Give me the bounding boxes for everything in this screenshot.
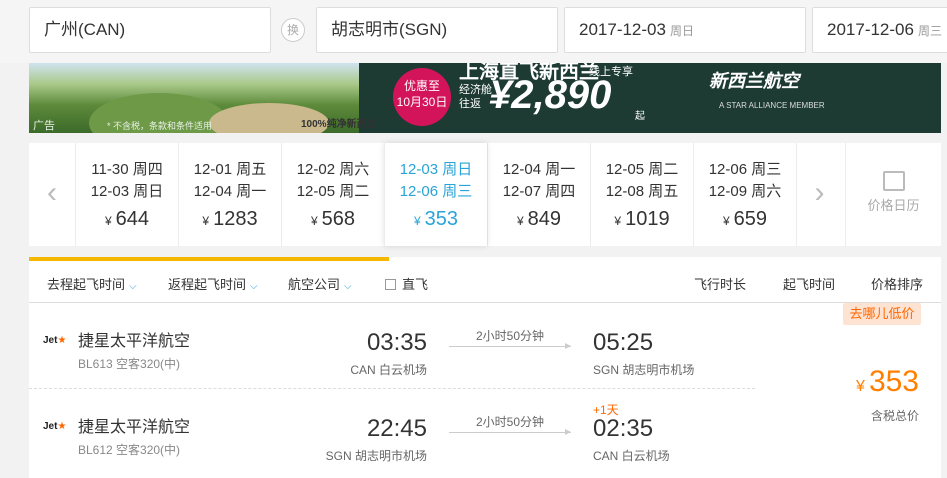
banner-price: ¥2,890: [489, 73, 612, 117]
origin-value: 广州(CAN): [44, 20, 126, 39]
sort-price[interactable]: 价格排序: [871, 274, 923, 293]
flight-duration: 2小时50分钟: [475, 329, 545, 343]
price-panel[interactable]: 去哪儿低价 ¥353 含税总价: [755, 303, 941, 478]
date-option[interactable]: 12-02 周六 12-05 周二 ¥568: [281, 143, 384, 246]
banner-price-suffix: 起: [635, 111, 645, 122]
depart-date-value: 2017-12-03: [579, 20, 666, 39]
direct-checkbox[interactable]: [385, 279, 396, 290]
origin-input[interactable]: 广州(CAN): [29, 7, 271, 53]
airline-logo: Jet★: [43, 421, 67, 432]
airline-name: 捷星太平洋航空: [78, 333, 191, 350]
outbound-flight[interactable]: Jet★ 捷星太平洋航空 BL613 空客320(中) 03:35 CAN 白云…: [29, 303, 755, 389]
return-date-value: 2017-12-06: [827, 20, 914, 39]
airline-name: 捷星太平洋航空: [78, 419, 191, 436]
date-option[interactable]: 12-06 周三 12-09 周六 ¥659: [693, 143, 796, 246]
destination-value: 胡志明市(SGN): [331, 20, 448, 39]
flight-number: BL612 空客320(中): [78, 443, 181, 457]
flight-duration: 2小时50分钟: [475, 415, 545, 429]
ad-disclaimer: * 不含税，条款和条件适用: [107, 121, 213, 131]
promo-badge: 优惠至 10月30日: [393, 68, 451, 126]
arrival-time: 02:35: [593, 415, 654, 442]
departure-time: 03:35: [366, 329, 427, 356]
arrival-airport: CAN 白云机场: [593, 449, 670, 463]
chevron-left-icon[interactable]: ‹: [29, 143, 75, 246]
active-tab-indicator: [29, 257, 389, 261]
chevron-down-icon: ⌵: [129, 281, 137, 292]
departure-airport: SGN 胡志明市机场: [325, 449, 427, 463]
date-price-strip: ‹ 11-30 周四 12-03 周日 ¥644 12-01 周五 12-04 …: [29, 143, 941, 246]
return-flight[interactable]: Jet★ 捷星太平洋航空 BL612 空客320(中) 22:45 SGN 胡志…: [29, 389, 755, 475]
flight-number: BL613 空客320(中): [78, 357, 181, 371]
low-price-tag: 去哪儿低价: [843, 303, 921, 325]
filter-airline[interactable]: 航空公司 ⌵: [288, 274, 352, 293]
departure-time: 22:45: [366, 415, 427, 442]
banner-alliance: A STAR ALLIANCE MEMBER: [719, 101, 825, 110]
banner-airline: 新西兰航空: [709, 71, 799, 91]
chevron-down-icon: ⌵: [250, 281, 258, 292]
return-date-input[interactable]: 2017-12-06 周三: [812, 7, 947, 53]
total-price: ¥353: [856, 365, 919, 398]
ad-label: 广告: [33, 120, 55, 132]
departure-airport: CAN 白云机场: [350, 363, 427, 377]
sort-duration[interactable]: 飞行时长: [694, 274, 746, 293]
airline-logo: Jet★: [43, 335, 67, 346]
chevron-right-icon[interactable]: ›: [796, 143, 842, 246]
return-weekday: 周三: [917, 24, 942, 38]
date-option[interactable]: 12-01 周五 12-04 周一 ¥1283: [178, 143, 281, 246]
filter-return-time[interactable]: 返程起飞时间 ⌵: [168, 274, 258, 293]
chevron-down-icon: ⌵: [344, 281, 352, 292]
depart-date-input[interactable]: 2017-12-03 周日: [564, 7, 806, 53]
date-option[interactable]: 12-05 周二 12-08 周五 ¥1019: [590, 143, 693, 246]
banner-footer: 100%纯净新西兰: [301, 119, 377, 130]
calendar-icon: [882, 171, 905, 191]
filter-bar: 去程起飞时间 ⌵ 返程起飞时间 ⌵ 航空公司 ⌵ 直飞 飞行时长 起飞时间 价格排序: [29, 257, 941, 303]
date-option[interactable]: 12-04 周一 12-07 周四 ¥849: [487, 143, 590, 246]
search-bar: 广州(CAN) 换 胡志明市(SGN) 2017-12-03 周日 2017-12…: [0, 0, 947, 63]
flight-result: Jet★ 捷星太平洋航空 BL613 空客320(中) 03:35 CAN 白云…: [29, 303, 941, 478]
duration-arrow: [449, 343, 571, 349]
banner-fare-type: 经济舱 往返: [459, 84, 492, 110]
filter-depart-time[interactable]: 去程起飞时间 ⌵: [47, 274, 137, 293]
swap-button[interactable]: 换: [281, 18, 305, 42]
sort-departure[interactable]: 起飞时间: [783, 274, 835, 293]
filter-direct[interactable]: 直飞: [385, 274, 428, 293]
ad-banner[interactable]: 广告 * 不含税，条款和条件适用 100%纯净新西兰 优惠至 10月30日 上海…: [29, 63, 941, 133]
price-calendar-label: 价格日历: [867, 198, 920, 213]
arrival-time: 05:25: [593, 329, 654, 356]
date-option-selected[interactable]: 12-03 周日 12-06 周三 ¥353: [384, 143, 487, 246]
price-calendar-button[interactable]: 价格日历: [845, 143, 941, 246]
date-option[interactable]: 11-30 周四 12-03 周日 ¥644: [75, 143, 178, 246]
tax-included-note: 含税总价: [870, 409, 919, 423]
duration-arrow: [449, 429, 571, 435]
arrival-airport: SGN 胡志明市机场: [593, 363, 695, 377]
destination-input[interactable]: 胡志明市(SGN): [316, 7, 558, 53]
depart-weekday: 周日: [669, 24, 694, 38]
